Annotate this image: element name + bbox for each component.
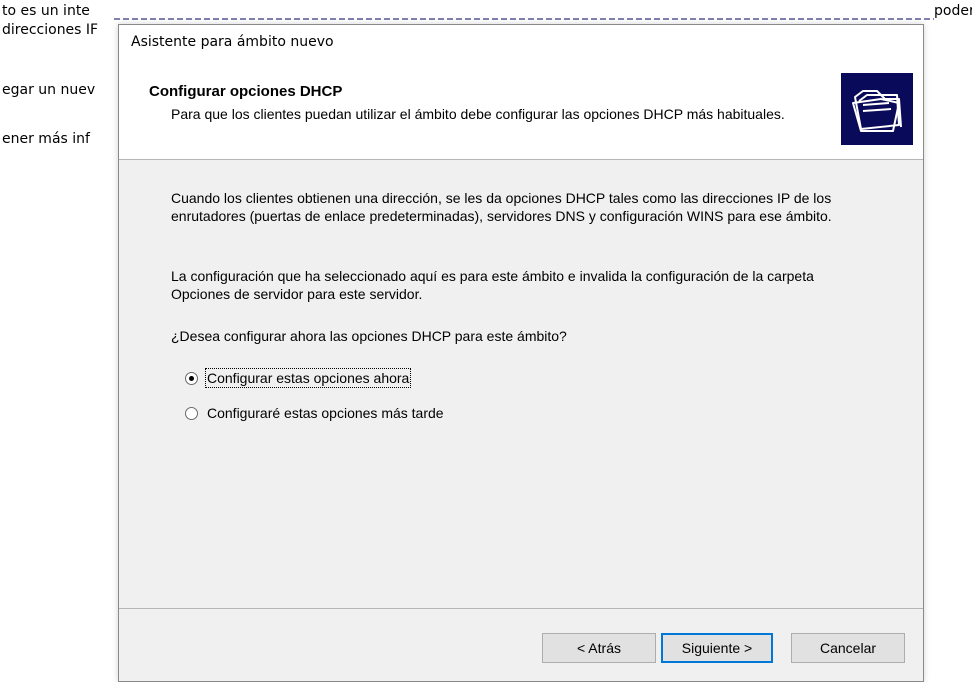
header-title: Configurar opciones DHCP [149,83,343,100]
header-subtitle: Para que los clientes puedan utilizar el… [171,106,785,122]
description-paragraph-2: La configuración que ha seleccionado aqu… [171,268,814,302]
new-scope-wizard-dialog: Asistente para ámbito nuevo Configurar o… [118,24,924,682]
option-configure-now-label: Configurar estas opciones ahora [204,368,412,388]
description-paragraph-1: Cuando los clientes obtienen una direcci… [171,190,832,224]
option-configure-later[interactable]: Configuraré estas opciones más tarde [185,405,444,421]
dialog-titlebar[interactable]: Asistente para ámbito nuevo [119,25,923,61]
radio-configure-later[interactable] [185,406,198,420]
background-text-line-3: egar un nuev [2,82,96,98]
option-configure-later-label: Configuraré estas opciones más tarde [207,405,444,421]
folders-icon [841,73,913,145]
cancel-button[interactable]: Cancelar [791,633,905,663]
radio-configure-now[interactable] [185,371,198,385]
back-button[interactable]: < Atrás [542,633,656,663]
background-text-line-1-right: poder [934,3,972,19]
background-text-line-1: to es un inte [2,3,90,19]
background-text-line-2: direcciones IF [2,22,99,38]
wizard-footer: < Atrás Siguiente > Cancelar [119,609,923,681]
wizard-content: Cuando los clientes obtienen una direcci… [119,160,923,609]
wizard-header: Configurar opciones DHCP Para que los cl… [119,61,923,160]
background-underline-decoration [114,18,934,20]
option-configure-now[interactable]: Configurar estas opciones ahora [185,368,412,388]
next-button[interactable]: Siguiente > [661,633,773,663]
background-text-line-4: ener más inf [2,131,90,147]
dialog-title: Asistente para ámbito nuevo [131,34,334,50]
configure-question: ¿Desea configurar ahora las opciones DHC… [171,328,567,344]
